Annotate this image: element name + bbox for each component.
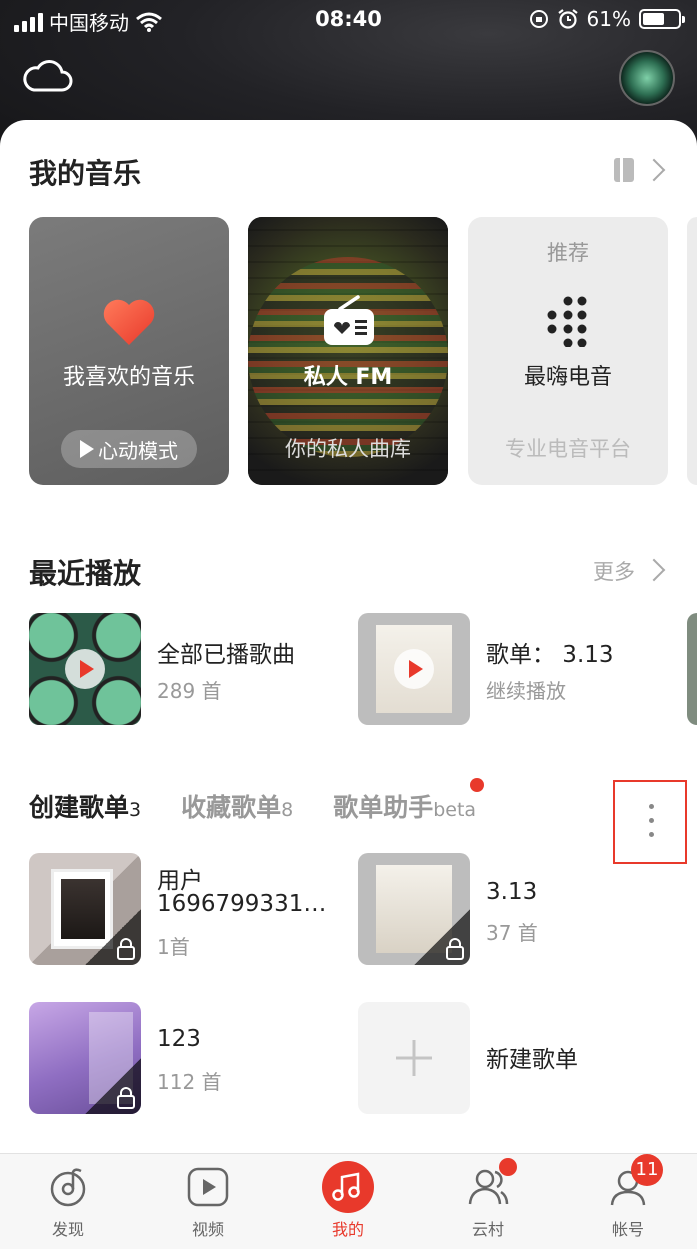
- chevron-right-icon[interactable]: [642, 158, 666, 182]
- chevron-right-icon[interactable]: [642, 558, 666, 582]
- heartbeat-mode-button[interactable]: 心动模式: [61, 430, 197, 468]
- tab-account[interactable]: 11 帐号: [588, 1154, 668, 1240]
- album-cover: [358, 613, 470, 725]
- lock-icon: [85, 909, 141, 965]
- notification-dot: [499, 1158, 517, 1176]
- tab-label: 云村: [471, 1220, 504, 1239]
- playlist-title-line2: 1696799331…: [157, 891, 327, 917]
- personal-fm-subtitle: 你的私人曲库: [285, 437, 411, 461]
- personal-fm-label: 私人 FM: [303, 365, 393, 390]
- new-playlist-box: [358, 1002, 470, 1114]
- battery-icon: [639, 9, 685, 29]
- heart-icon: [103, 299, 155, 345]
- tab-video[interactable]: 视频: [168, 1164, 248, 1240]
- dots-grid-icon: [547, 296, 587, 347]
- notification-dot: [470, 778, 485, 792]
- recent-item-title: 歌单： 3.13: [486, 642, 614, 668]
- lock-icon: [414, 909, 470, 965]
- tab-label: 视频: [191, 1220, 224, 1239]
- playlist-count: 112 首: [157, 1070, 222, 1094]
- new-playlist-label: 新建歌单: [486, 1047, 578, 1073]
- next-card-edge: [687, 217, 697, 485]
- tab-label: 帐号: [611, 1220, 644, 1239]
- playlist-cover: [29, 853, 141, 965]
- notification-badge: 11: [631, 1154, 663, 1186]
- playlist-count: 1首: [157, 935, 190, 959]
- recommend-subtitle: 专业电音平台: [505, 437, 631, 461]
- plus-icon: [396, 1040, 432, 1076]
- play-icon: [80, 440, 94, 458]
- bottom-tab-bar: 发现 视频 我的 云村 11 帐号: [0, 1153, 697, 1249]
- status-bar: 中国移动 08:40 61%: [0, 0, 697, 40]
- radio-icon: [324, 295, 374, 345]
- music-note-icon: [322, 1161, 374, 1213]
- liked-music-card[interactable]: 我喜欢的音乐 心动模式: [29, 217, 229, 485]
- recent-item-subtitle: 继续播放: [486, 679, 566, 703]
- my-music-title: 我的音乐: [29, 157, 142, 190]
- fm-cover-pattern: [248, 257, 448, 457]
- playlist-count: 37 首: [486, 921, 538, 945]
- playlist-item[interactable]: 3.13 37 首: [358, 853, 658, 965]
- recent-item-title: 全部已播歌曲: [157, 642, 295, 668]
- discover-icon: [45, 1164, 91, 1210]
- community-icon: [465, 1158, 517, 1210]
- cloud-icon[interactable]: [22, 56, 74, 96]
- more-options-button[interactable]: [613, 780, 687, 864]
- playlist-title: 123: [157, 1026, 201, 1052]
- recent-item-playlist[interactable]: 歌单： 3.13 继续播放: [358, 613, 658, 725]
- play-icon[interactable]: [394, 649, 434, 689]
- playlist-tabs: 创建歌单3 收藏歌单8 歌单助手beta: [29, 778, 485, 828]
- heartbeat-mode-label: 心动模式: [98, 438, 178, 463]
- playlist-item[interactable]: 123 112 首: [29, 1002, 329, 1114]
- play-icon[interactable]: [65, 649, 105, 689]
- playlist-item[interactable]: 用户 1696799331… 1首: [29, 853, 339, 965]
- playlist-title: 3.13: [486, 879, 538, 905]
- tab-discover[interactable]: 发现: [28, 1164, 108, 1240]
- main-content: 我的音乐 我喜欢的音乐 心动模式 私人 FM 你的私人曲库 推荐 最嗨电音 专业…: [0, 120, 697, 1153]
- video-icon: [185, 1164, 231, 1210]
- lock-icon: [85, 1058, 141, 1114]
- recent-more-link[interactable]: 更多: [593, 556, 635, 586]
- battery-percent: 61%: [586, 7, 631, 31]
- album-cover: [29, 613, 141, 725]
- recent-item-all[interactable]: 全部已播歌曲 289 首: [29, 613, 329, 725]
- avatar[interactable]: [619, 50, 675, 106]
- account-icon: 11: [605, 1154, 663, 1210]
- card-edit-icon[interactable]: [612, 156, 638, 184]
- recommend-label: 最嗨电音: [523, 365, 612, 390]
- next-item-edge: [687, 613, 697, 725]
- new-playlist-button[interactable]: 新建歌单: [358, 1002, 658, 1114]
- orientation-lock-icon: [529, 10, 548, 28]
- recommend-card[interactable]: 推荐 最嗨电音 专业电音平台: [468, 217, 668, 485]
- alarm-icon: [557, 9, 578, 29]
- tab-label: 发现: [51, 1220, 84, 1239]
- playlist-cover: [29, 1002, 141, 1114]
- tab-playlist-assistant[interactable]: 歌单助手beta: [333, 778, 485, 824]
- tab-created-playlists[interactable]: 创建歌单3: [29, 788, 141, 824]
- playlist-cover: [358, 853, 470, 965]
- tab-label: 我的: [331, 1220, 364, 1239]
- tab-mine[interactable]: 我的: [308, 1161, 388, 1240]
- personal-fm-card[interactable]: 私人 FM 你的私人曲库: [248, 217, 448, 485]
- recommend-top-label: 推荐: [547, 241, 589, 265]
- tab-community[interactable]: 云村: [448, 1158, 528, 1240]
- tab-collected-playlists[interactable]: 收藏歌单8: [181, 788, 293, 824]
- playlist-title: 用户: [157, 868, 203, 894]
- recent-item-count: 289 首: [157, 679, 222, 703]
- liked-music-label: 我喜欢的音乐: [62, 365, 195, 390]
- recent-title: 最近播放: [29, 557, 142, 590]
